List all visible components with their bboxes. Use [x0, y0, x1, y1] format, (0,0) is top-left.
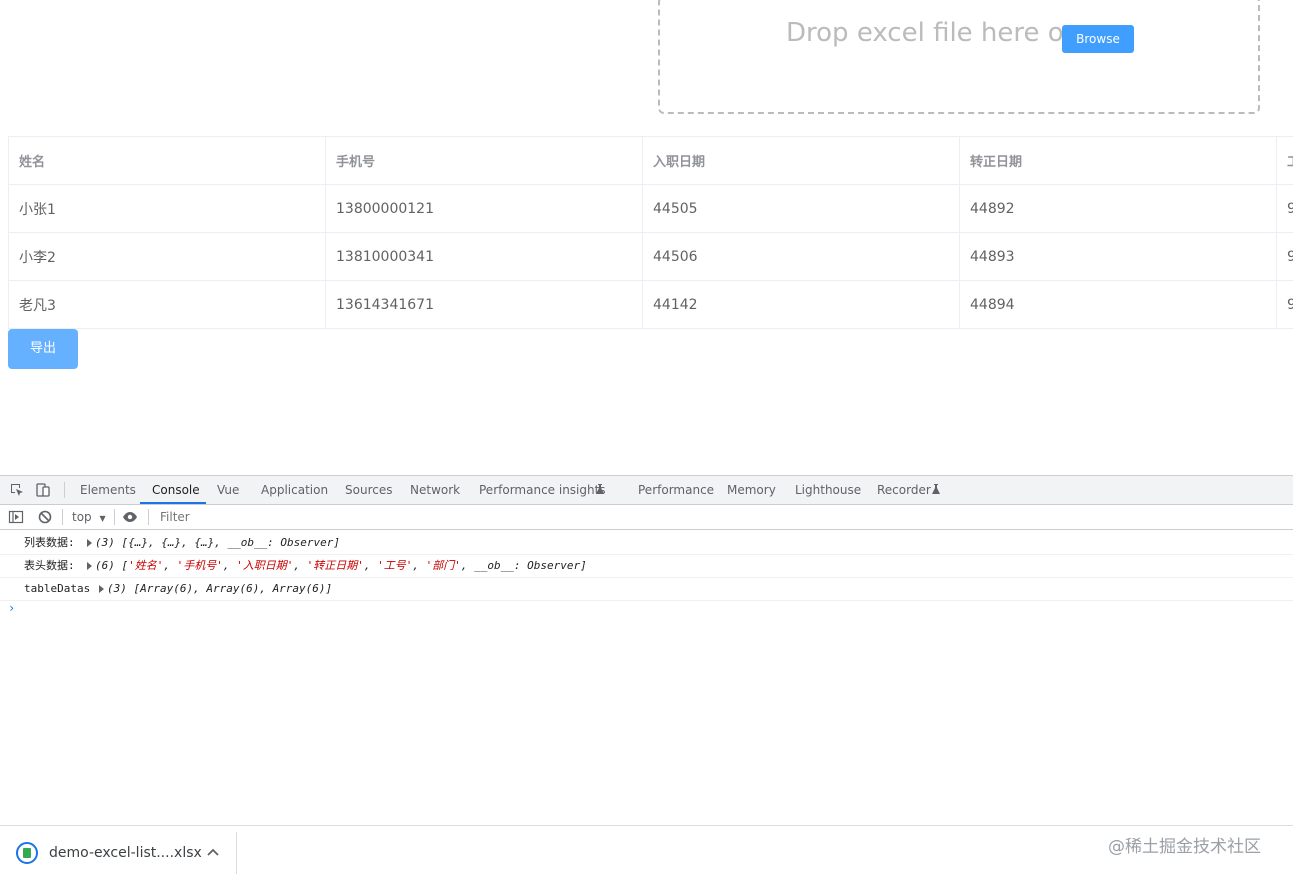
experiment-flask-icon	[930, 483, 942, 495]
data-table: 姓名 手机号 入职日期 转正日期 工 小张1 13800000121 44505…	[8, 136, 1293, 329]
column-header: 手机号	[326, 137, 643, 185]
console-log-entry: tableDatas (3) [Array(6), Array(6), Arra…	[0, 578, 1293, 601]
log-array-count: (6) [	[95, 559, 128, 572]
log-value: (3) [Array(6), Array(6), Array(6)]	[107, 582, 332, 595]
table-cell: 13800000121	[326, 185, 643, 233]
table-cell: 44893	[960, 233, 1277, 281]
export-button[interactable]: 导出	[8, 329, 78, 369]
table-cell: 44892	[960, 185, 1277, 233]
log-string: '手机号'	[177, 559, 223, 572]
devtools-tab-bar: Elements Console Vue Application Sources…	[0, 475, 1293, 505]
table-cell: 老凡3	[9, 281, 326, 329]
devtools-panel: Elements Console Vue Application Sources…	[0, 475, 1293, 825]
expand-triangle-icon	[87, 562, 92, 570]
tab-recorder[interactable]: Recorder	[877, 476, 931, 504]
tab-console[interactable]: Console	[140, 476, 206, 504]
table-row: 老凡3 13614341671 44142 44894 9	[9, 281, 1293, 329]
table-cell: 44142	[643, 281, 960, 329]
log-string: '姓名'	[128, 559, 163, 572]
tab-memory[interactable]: Memory	[727, 476, 776, 504]
console-prompt-line[interactable]: ›	[0, 601, 1293, 621]
table-cell: 44506	[643, 233, 960, 281]
download-bar: demo-excel-list....xlsx	[0, 825, 1293, 879]
console-log-entry: 列表数据: (3) [{…}, {…}, {…}, __ob__: Observ…	[0, 532, 1293, 555]
drop-zone-text: Drop excel file here or	[786, 18, 1074, 48]
tab-elements[interactable]: Elements	[80, 476, 136, 504]
table-cell: 13810000341	[326, 233, 643, 281]
log-label: tableDatas	[24, 578, 90, 600]
context-label: top	[72, 510, 92, 524]
watermark: @稀土掘金技术社区	[1108, 832, 1261, 857]
table-cell: 44505	[643, 185, 960, 233]
tab-vue[interactable]: Vue	[217, 476, 239, 504]
console-prompt-icon: ›	[8, 601, 15, 615]
context-selector[interactable]: top ▼	[72, 505, 106, 531]
log-expand-object[interactable]: (3) [Array(6), Array(6), Array(6)]	[99, 578, 332, 600]
tab-performance-insights[interactable]: Performance insights	[479, 476, 606, 504]
console-filter-input[interactable]	[156, 508, 1293, 526]
log-expand-object[interactable]: (6) ['姓名', '手机号', '入职日期', '转正日期', '工号', …	[87, 555, 587, 577]
eye-icon[interactable]	[122, 509, 138, 525]
download-filename[interactable]: demo-excel-list....xlsx	[49, 845, 202, 861]
tab-lighthouse[interactable]: Lighthouse	[795, 476, 861, 504]
table-cell: 9	[1277, 233, 1293, 281]
log-label: 表头数据:	[24, 555, 75, 577]
console-log-entry: 表头数据: (6) ['姓名', '手机号', '入职日期', '转正日期', …	[0, 555, 1293, 578]
sidebar-toggle-icon[interactable]	[8, 509, 24, 525]
experiment-flask-icon	[594, 483, 606, 495]
divider	[236, 832, 237, 874]
chevron-down-icon: ▼	[100, 514, 106, 523]
table-header-row: 姓名 手机号 入职日期 转正日期 工	[9, 137, 1293, 185]
table-cell: 小李2	[9, 233, 326, 281]
column-header: 入职日期	[643, 137, 960, 185]
table-cell: 9	[1277, 281, 1293, 329]
table-cell: 小张1	[9, 185, 326, 233]
tab-network[interactable]: Network	[410, 476, 460, 504]
log-expand-object[interactable]: (3) [{…}, {…}, {…}, __ob__: Observer]	[87, 532, 340, 554]
log-value: (3) [{…}, {…}, {…}, __ob__: Observer]	[95, 536, 340, 549]
log-label: 列表数据:	[24, 532, 75, 554]
table-row: 小李2 13810000341 44506 44893 9	[9, 233, 1293, 281]
table-cell: 9	[1277, 185, 1293, 233]
expand-triangle-icon	[99, 585, 104, 593]
log-string: '入职日期'	[236, 559, 293, 572]
browse-button[interactable]: Browse	[1062, 25, 1134, 53]
column-header: 转正日期	[960, 137, 1277, 185]
table-cell: 44894	[960, 281, 1277, 329]
excel-file-icon	[16, 842, 38, 864]
table-row: 小张1 13800000121 44505 44892 9	[9, 185, 1293, 233]
tab-sources[interactable]: Sources	[345, 476, 392, 504]
expand-triangle-icon	[87, 539, 92, 547]
tab-performance[interactable]: Performance	[638, 476, 714, 504]
console-toolbar: top ▼	[0, 505, 1293, 530]
log-string: '工号'	[377, 559, 412, 572]
log-string: '部门'	[426, 559, 461, 572]
table-cell: 13614341671	[326, 281, 643, 329]
inspect-element-icon[interactable]	[9, 482, 25, 498]
column-header: 姓名	[9, 137, 326, 185]
clear-console-icon[interactable]	[37, 509, 53, 525]
device-toolbar-icon[interactable]	[35, 482, 51, 498]
column-header: 工	[1277, 137, 1293, 185]
tab-application[interactable]: Application	[261, 476, 328, 504]
log-array-tail: , __ob__: Observer]	[461, 559, 587, 572]
log-string: '转正日期'	[307, 559, 364, 572]
chevron-up-icon[interactable]	[207, 848, 219, 856]
